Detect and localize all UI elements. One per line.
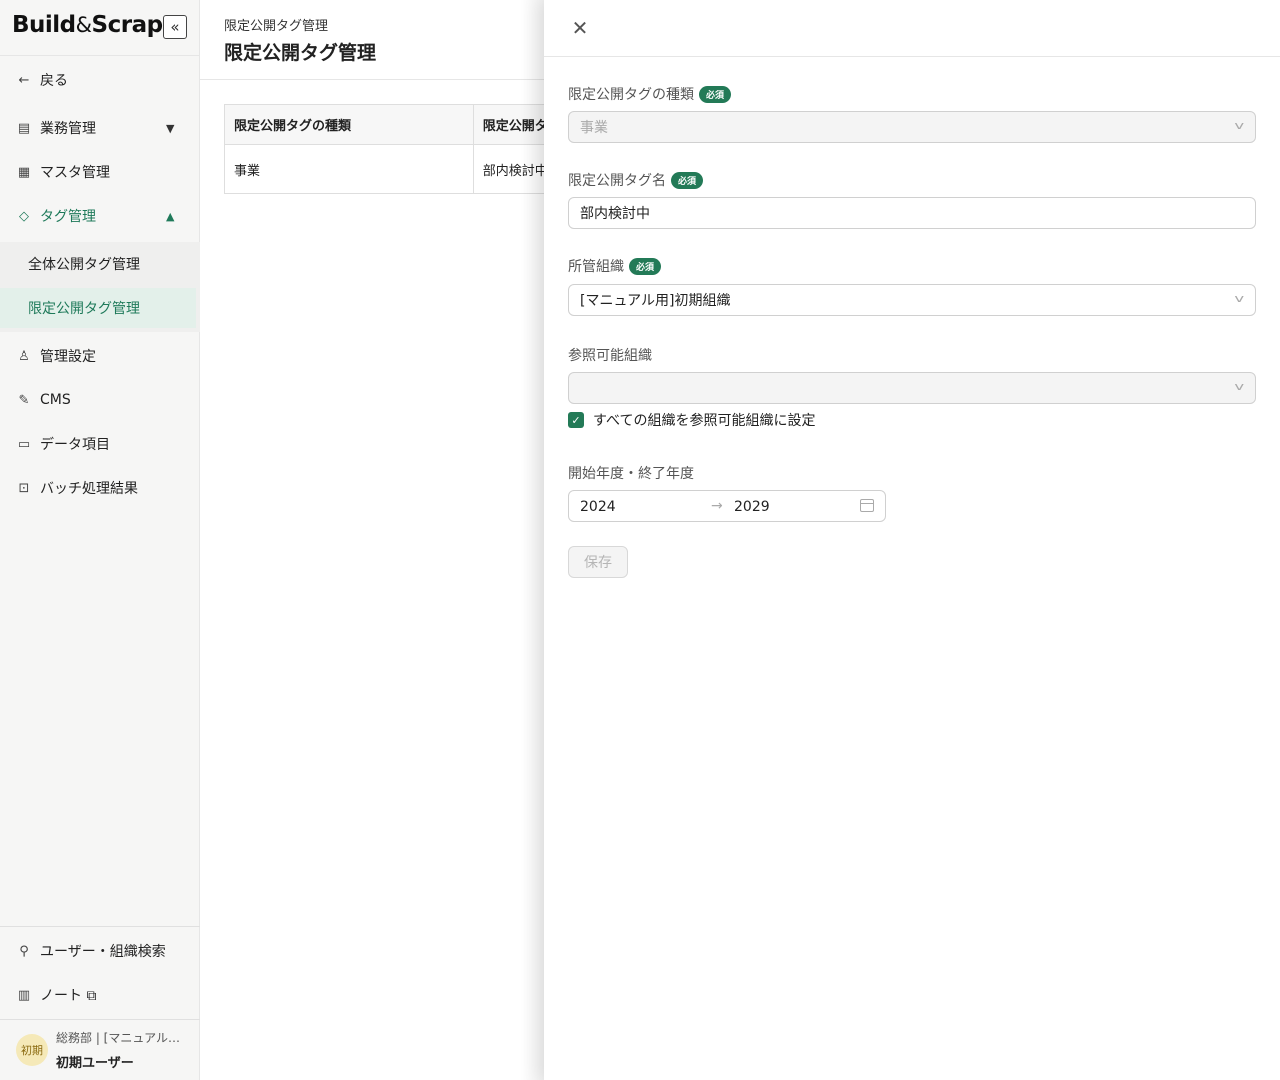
required-badge: 必須 bbox=[629, 257, 662, 275]
breadcrumb[interactable]: 限定公開タグ管理 bbox=[224, 15, 328, 34]
all-orgs-checkbox[interactable]: ✓ bbox=[568, 412, 584, 428]
divider bbox=[0, 926, 200, 927]
back-button[interactable]: ← 戻る bbox=[0, 60, 200, 100]
sidebar-item-master[interactable]: ▦ マスタ管理 bbox=[0, 152, 200, 192]
all-orgs-checkbox-row[interactable]: ✓ すべての組織を参照可能組織に設定 bbox=[568, 410, 815, 430]
sidebar-item-notes[interactable]: ▥ ノート ⧉ bbox=[0, 975, 200, 1015]
years-label: 開始年度・終了年度 bbox=[568, 466, 694, 482]
sidebar-item-data-fields[interactable]: ▭ データ項目 bbox=[0, 424, 200, 464]
avatar: 初期 bbox=[16, 1034, 48, 1066]
sidebar-item-admin-settings[interactable]: ♙ 管理設定 bbox=[0, 336, 200, 376]
owner-org-select[interactable]: [マニュアル用]初期組織 v bbox=[568, 284, 1256, 316]
business-icon: ▤ bbox=[17, 120, 31, 136]
chevron-up-icon: ▲ bbox=[166, 209, 175, 223]
close-button[interactable]: ✕ bbox=[568, 16, 592, 40]
table-cell: 事業 bbox=[225, 145, 474, 193]
tag-icon: ◇ bbox=[19, 208, 29, 224]
sidebar-item-cms[interactable]: ✎ CMS bbox=[0, 380, 200, 420]
end-year[interactable]: 2029 bbox=[734, 499, 770, 515]
tag-type-select[interactable]: 事業 v bbox=[568, 111, 1256, 143]
user-profile[interactable]: 初期 総務部 | [マニュアル… 初期ユーザー bbox=[0, 1020, 200, 1080]
sidebar-item-tags[interactable]: ◇ タグ管理 ▲ bbox=[0, 196, 200, 236]
collapse-sidebar-button[interactable]: « bbox=[163, 15, 187, 39]
required-badge: 必須 bbox=[699, 85, 732, 103]
chevron-down-icon: v bbox=[1234, 119, 1245, 132]
drawer-shadow bbox=[520, 0, 544, 1080]
user-org: 総務部 | [マニュアル… bbox=[56, 1031, 180, 1045]
users-icon: ♙ bbox=[18, 348, 30, 364]
sidebar-item-public-tags[interactable]: 全体公開タグ管理 bbox=[0, 244, 196, 284]
sidebar-item-limited-tags[interactable]: 限定公開タグ管理 bbox=[0, 288, 196, 328]
calendar-icon bbox=[860, 499, 874, 512]
user-name: 初期ユーザー bbox=[56, 1056, 134, 1071]
app-logo[interactable]: Build&Scrap bbox=[12, 12, 163, 38]
sidebar-item-user-search[interactable]: ⚲ ユーザー・組織検索 bbox=[0, 931, 200, 971]
save-button[interactable]: 保存 bbox=[568, 546, 628, 578]
required-badge: 必須 bbox=[671, 171, 704, 189]
owner-org-label: 所管組織 必須 bbox=[568, 256, 662, 276]
ref-org-select[interactable]: v bbox=[568, 372, 1256, 404]
start-year[interactable]: 2024 bbox=[580, 499, 616, 515]
arrow-right-icon: → bbox=[711, 498, 723, 514]
tag-type-label: 限定公開タグの種類 必須 bbox=[568, 84, 732, 104]
double-chevron-left-icon: « bbox=[170, 18, 180, 36]
chevron-down-icon: ▼ bbox=[166, 121, 175, 135]
brand-header: Build&Scrap « bbox=[0, 0, 199, 56]
edit-icon: ✎ bbox=[18, 392, 30, 408]
chevron-down-icon: v bbox=[1234, 292, 1245, 305]
search-icon: ⚲ bbox=[19, 943, 29, 959]
chevron-down-icon: v bbox=[1234, 380, 1245, 393]
column-header[interactable]: 限定公開タグの種類 bbox=[225, 105, 474, 144]
year-range-picker[interactable]: 2024 → 2029 bbox=[568, 490, 886, 522]
external-link-icon: ⧉ bbox=[86, 988, 97, 1004]
tag-name-label: 限定公開タグ名 必須 bbox=[568, 170, 704, 190]
book-icon: ▥ bbox=[17, 987, 31, 1003]
edit-drawer: ✕ 限定公開タグの種類 必須 事業 v 限定公開タグ名 必須 部内検討中 所管組織必… bbox=[544, 0, 1280, 1080]
close-icon: ✕ bbox=[571, 16, 589, 40]
sidebar-item-batch-results[interactable]: ⊡ バッチ処理結果 bbox=[0, 468, 200, 508]
ref-org-label: 参照可能組織 bbox=[568, 348, 652, 364]
tag-name-input[interactable]: 部内検討中 bbox=[568, 197, 1256, 229]
sidebar-item-business[interactable]: ▤ 業務管理 ▼ bbox=[0, 108, 200, 148]
terminal-icon: ⊡ bbox=[18, 480, 30, 496]
page-title: 限定公開タグ管理 bbox=[224, 42, 377, 64]
data-icon: ▭ bbox=[17, 436, 31, 452]
arrow-left-icon: ← bbox=[18, 72, 30, 88]
drawer-header: ✕ bbox=[544, 0, 1280, 57]
sidebar: Build&Scrap « ← 戻る ▤ 業務管理 ▼ ▦ マスタ管理 ◇ タグ… bbox=[0, 0, 200, 1080]
table-icon: ▦ bbox=[17, 164, 31, 180]
